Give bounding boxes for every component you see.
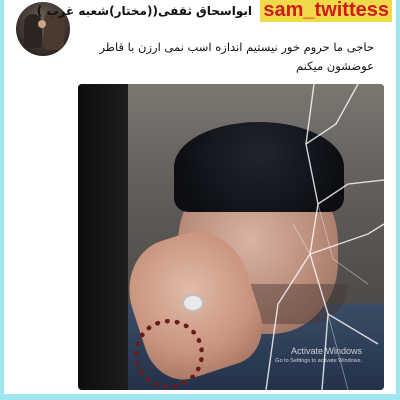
watermark-title: Activate Windows [290,346,362,356]
broken-glass-crack [265,84,384,390]
avatar-face [38,20,46,28]
watermark-subtitle: Go to Settings to activate Windows. [275,358,362,364]
frame-bottom-bar [0,394,400,400]
handle-watermark: sam_twittess [260,0,392,22]
activate-windows-watermark: Activate Windows Go to Settings to activ… [275,346,362,366]
avatar-figure [24,14,42,48]
tweet-media-image[interactable]: Activate Windows Go to Settings to activ… [78,84,384,390]
display-name[interactable]: ابواسحاق ثقفی((مختار)شعبه غرب ) [37,4,252,18]
tweet-text: حاجی ما حروم خور نیستیم اندازه اسب نمی ا… [99,40,375,73]
